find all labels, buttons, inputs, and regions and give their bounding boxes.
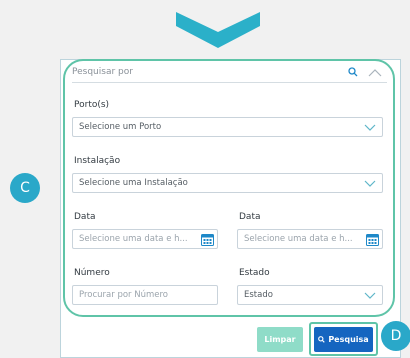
data-inicio-label: Data	[74, 212, 96, 222]
chevron-down-icon	[364, 292, 376, 299]
pesquisa-label: Pesquisa	[328, 335, 369, 344]
calendar-icon[interactable]	[201, 233, 214, 246]
data-fim-field[interactable]: Selecione uma data e h...	[237, 229, 383, 249]
porto-label: Porto(s)	[74, 100, 110, 110]
search-label: Pesquisar por	[72, 67, 133, 77]
estado-select[interactable]: Estado	[237, 285, 383, 305]
pesquisa-button[interactable]: Pesquisa	[314, 327, 373, 352]
numero-placeholder: Procurar por Número	[79, 290, 169, 300]
instalacao-label: Instalação	[74, 156, 121, 166]
porto-select[interactable]: Selecione um Porto	[72, 117, 383, 137]
limpar-button[interactable]: Limpar	[257, 327, 303, 352]
instalacao-value: Selecione uma Instalação	[79, 178, 188, 188]
numero-label: Número	[74, 268, 110, 278]
search-icon[interactable]	[348, 67, 358, 77]
chevron-down-icon	[364, 124, 376, 131]
numero-input[interactable]: Procurar por Número	[72, 285, 218, 305]
chevron-up-icon[interactable]	[368, 68, 382, 77]
data-fim-placeholder: Selecione uma data e h...	[244, 234, 353, 244]
data-inicio-field[interactable]: Selecione uma data e h...	[72, 229, 218, 249]
expand-chevron-icon[interactable]	[176, 12, 260, 48]
estado-label: Estado	[239, 268, 270, 278]
marker-d: D	[381, 321, 410, 351]
data-inicio-placeholder: Selecione uma data e h...	[79, 234, 188, 244]
estado-value: Estado	[244, 290, 273, 300]
search-header: Pesquisar por	[72, 65, 387, 83]
search-icon	[318, 336, 326, 343]
marker-c: C	[10, 173, 40, 203]
porto-value: Selecione um Porto	[79, 122, 162, 132]
data-fim-label: Data	[239, 212, 261, 222]
instalacao-select[interactable]: Selecione uma Instalação	[72, 173, 383, 193]
calendar-icon[interactable]	[366, 233, 379, 246]
chevron-down-icon	[364, 180, 376, 187]
